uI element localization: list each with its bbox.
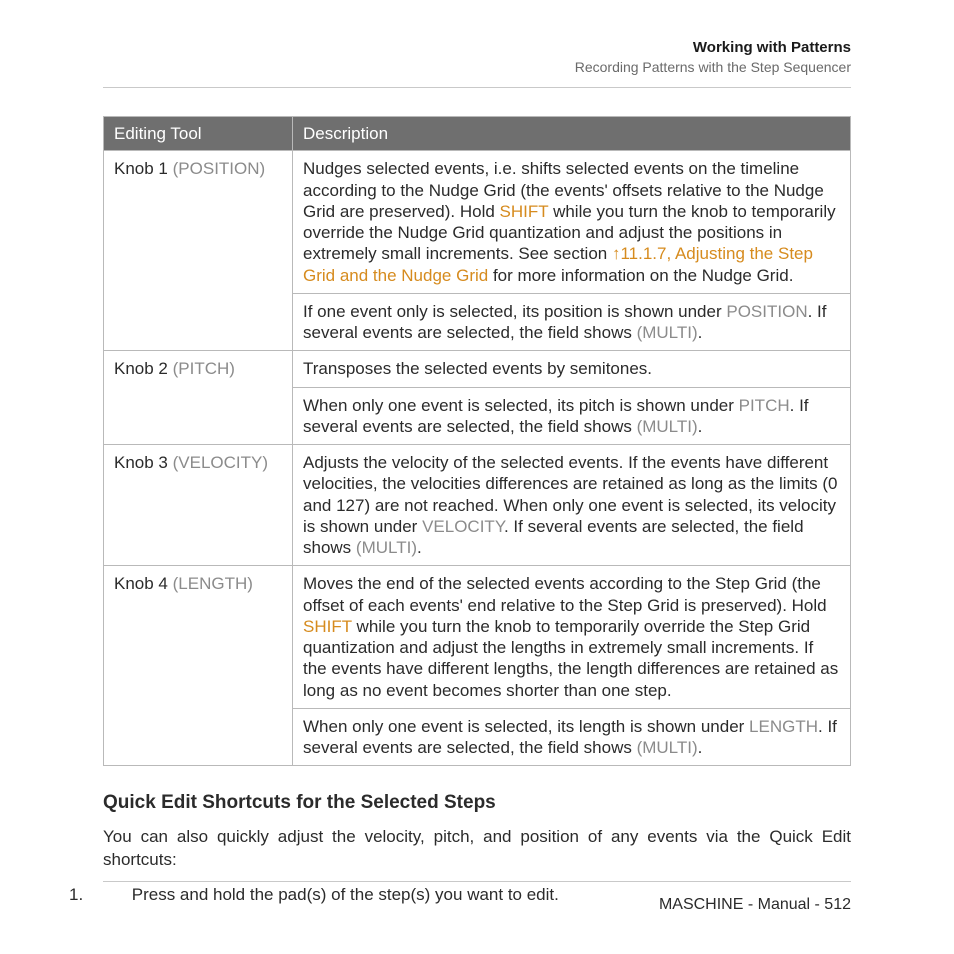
desc-para: When only one event is selected, its pit… [293,387,850,445]
table-row: Knob 1 (POSITION) Nudges selected events… [104,151,851,351]
col-editing-tool: Editing Tool [104,117,293,151]
table-row: Knob 4 (LENGTH) Moves the end of the sel… [104,566,851,766]
footer-text: MASCHINE - Manual - 512 [659,896,851,913]
knob-label: Knob 4 [114,574,168,593]
col-description: Description [293,117,851,151]
knob-label: Knob 3 [114,453,168,472]
running-header: Working with Patterns Recording Patterns… [103,38,851,88]
tool-cell: Knob 4 (LENGTH) [104,566,293,766]
desc-para: Adjusts the velocity of the selected eve… [303,452,840,558]
param-label: (LENGTH) [173,574,253,593]
desc-para: Nudges selected events, i.e. shifts sele… [303,158,840,286]
section-intro: You can also quickly adjust the velocity… [103,826,851,872]
param-label: (VELOCITY) [173,453,268,472]
desc-cell: Nudges selected events, i.e. shifts sele… [293,151,851,351]
manual-page: Working with Patterns Recording Patterns… [0,0,954,954]
desc-para: Transposes the selected events by semito… [303,358,840,379]
desc-para: Moves the end of the selected events acc… [303,573,840,701]
editing-tool-table: Editing Tool Description Knob 1 (POSITIO… [103,116,851,766]
knob-label: Knob 2 [114,359,168,378]
page-content: Editing Tool Description Knob 1 (POSITIO… [103,88,851,907]
header-subtitle: Recording Patterns with the Step Sequenc… [103,58,851,77]
tool-cell: Knob 3 (VELOCITY) [104,445,293,566]
desc-para: If one event only is selected, its posit… [293,293,850,351]
shift-key: SHIFT [303,617,352,636]
desc-cell: Transposes the selected events by semito… [293,351,851,445]
desc-para: When only one event is selected, its len… [293,708,850,766]
tool-cell: Knob 1 (POSITION) [104,151,293,351]
desc-cell: Moves the end of the selected events acc… [293,566,851,766]
table-header-row: Editing Tool Description [104,117,851,151]
section-heading: Quick Edit Shortcuts for the Selected St… [103,792,851,814]
table-row: Knob 2 (PITCH) Transposes the selected e… [104,351,851,445]
header-title: Working with Patterns [103,38,851,58]
tool-cell: Knob 2 (PITCH) [104,351,293,445]
table-row: Knob 3 (VELOCITY) Adjusts the velocity o… [104,445,851,566]
param-label: (POSITION) [173,159,266,178]
knob-label: Knob 1 [114,159,168,178]
shift-key: SHIFT [500,202,549,221]
desc-cell: Adjusts the velocity of the selected eve… [293,445,851,566]
page-footer: MASCHINE - Manual - 512 [103,881,851,914]
param-label: (PITCH) [173,359,235,378]
